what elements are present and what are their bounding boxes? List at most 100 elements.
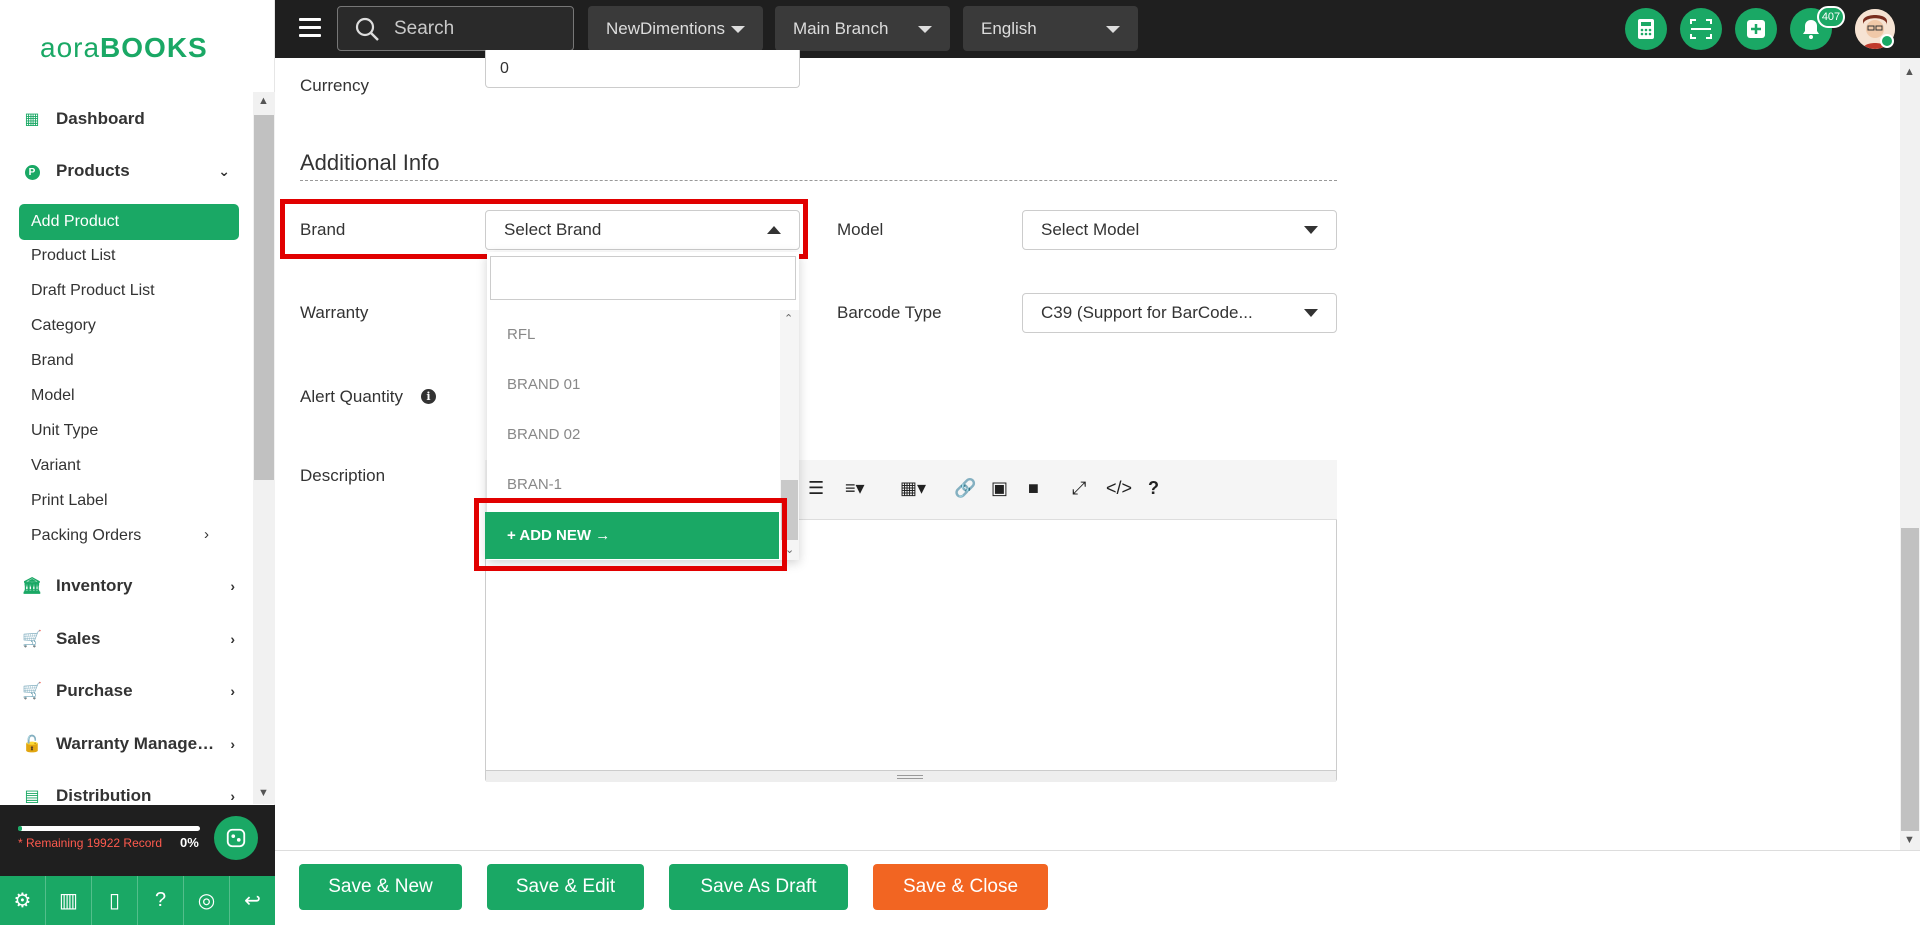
description-label: Description [300, 466, 386, 485]
chevron-right-icon: › [230, 683, 235, 699]
save-edit-button[interactable]: Save & Edit [487, 864, 644, 910]
branch-select[interactable]: Main Branch [775, 6, 950, 51]
sidebar-item-label: Distribution [56, 786, 152, 805]
scroll-down-icon[interactable]: ▼ [258, 787, 269, 799]
save-new-button[interactable]: Save & New [299, 864, 462, 910]
help-icon[interactable]: ? [138, 876, 184, 925]
add-new-icon[interactable] [1735, 8, 1777, 50]
info-icon[interactable]: i [421, 389, 436, 404]
caret-down-icon [918, 26, 932, 33]
scroll-up-icon[interactable]: ▲ [258, 95, 269, 107]
cart-icon: 🛒 [22, 683, 42, 700]
sidebar-item-label: Packing Orders [31, 527, 142, 544]
brain-icon [226, 828, 246, 848]
model-select-value: Select Model [1041, 220, 1140, 239]
alert-quantity-label: Alert Quantity [300, 387, 403, 406]
image-icon[interactable]: ▣ [991, 478, 1008, 499]
search-placeholder: Search [394, 17, 455, 39]
help-icon[interactable]: ? [1148, 478, 1159, 499]
brand-option[interactable]: RFL [507, 326, 535, 343]
chevron-right-icon: › [204, 526, 209, 543]
sidebar-subitem-model[interactable]: Model [31, 387, 75, 405]
align-icon[interactable]: ≡▾ [845, 478, 865, 499]
table-icon[interactable]: ▦▾ [900, 478, 926, 499]
video-icon[interactable]: ■ [1028, 478, 1039, 499]
brand-option[interactable]: BRAND 01 [507, 376, 580, 393]
search-icon [354, 16, 380, 42]
sidebar-item-purchase[interactable]: 🛒 Purchase › [20, 676, 235, 706]
chevron-right-icon: › [230, 736, 235, 752]
ordered-list-icon[interactable]: ☰ [808, 478, 824, 499]
sidebar-item-warranty[interactable]: 🔓 Warranty Manage… › [20, 729, 235, 759]
sidebar-item-sales[interactable]: 🛒 Sales › [20, 624, 235, 654]
add-new-highlight-box [474, 498, 787, 571]
model-label: Model [837, 220, 884, 239]
sidebar-subitem-product-list[interactable]: Product List [31, 247, 115, 265]
ai-assistant-button[interactable] [214, 816, 258, 860]
sidebar-item-label: Dashboard [56, 109, 145, 128]
scroll-up-icon[interactable]: ▲ [1904, 66, 1915, 78]
caret-down-icon [1106, 26, 1120, 33]
p-circle-icon: P [20, 162, 44, 180]
save-close-button[interactable]: Save & Close [873, 864, 1048, 910]
sidebar-item-dashboard[interactable]: ▦ Dashboard [20, 104, 235, 134]
sidebar-item-label: Products [56, 161, 130, 180]
sidebar-subitem-packing-orders[interactable]: Packing Orders › [31, 526, 241, 545]
language-select[interactable]: English [963, 6, 1138, 51]
sidebar-subitem-add-product[interactable]: Add Product [19, 204, 239, 240]
calculator-icon[interactable] [1625, 8, 1667, 50]
model-select[interactable]: Select Model [1022, 210, 1337, 250]
currency-value: 0 [500, 59, 509, 77]
sidebar-item-inventory[interactable]: 🏛 Inventory › [20, 571, 235, 601]
main-scrollbar-thumb[interactable] [1901, 528, 1919, 831]
currency-label: Currency [300, 76, 369, 95]
support-chat-icon[interactable]: ◎ [184, 876, 230, 925]
menu-toggle-icon[interactable] [299, 18, 321, 38]
warranty-label: Warranty [300, 303, 369, 322]
link-icon[interactable]: 🔗 [954, 478, 976, 499]
logo-text-part2: BOOKS [100, 32, 208, 63]
brand-dropdown-search[interactable] [490, 256, 796, 300]
logo-text-part1: aora [40, 32, 101, 63]
company-select[interactable]: NewDimentions [588, 6, 763, 51]
settings-icon[interactable]: ⚙ [0, 876, 46, 925]
currency-field[interactable]: 0 [485, 50, 800, 88]
sidebar-subitem-unit-type[interactable]: Unit Type [31, 422, 98, 440]
chevron-down-icon: ⌄ [218, 162, 230, 179]
app-logo[interactable]: aoraBOOKS [40, 32, 208, 64]
scroll-down-icon[interactable]: ▼ [1904, 834, 1915, 846]
sidebar-item-label: Warranty Manage… [56, 734, 215, 753]
sidebar-subitem-draft-product-list[interactable]: Draft Product List [31, 282, 155, 300]
fullscreen-icon[interactable]: ⤢ [1072, 478, 1086, 499]
save-as-draft-button[interactable]: Save As Draft [669, 864, 848, 910]
brand-option[interactable]: BRAND 02 [507, 426, 580, 443]
caret-down-icon [1304, 226, 1318, 234]
code-view-icon[interactable]: </> [1106, 478, 1132, 499]
barcode-scan-icon[interactable] [1680, 8, 1722, 50]
branch-select-value: Main Branch [793, 18, 889, 38]
barcode-type-select[interactable]: C39 (Support for BarCode... [1022, 293, 1337, 333]
sidebar-subitem-print-label[interactable]: Print Label [31, 492, 108, 510]
sidebar-item-label: Purchase [56, 681, 133, 700]
search-input[interactable]: Search [337, 6, 574, 51]
resize-grip-icon[interactable] [897, 775, 923, 779]
back-icon[interactable]: ↩ [230, 876, 275, 925]
barcode-type-label: Barcode Type [837, 303, 942, 322]
sidebar-subitem-brand[interactable]: Brand [31, 352, 74, 370]
scroll-up-icon[interactable]: ⌃ [784, 312, 793, 325]
language-select-value: English [981, 18, 1037, 38]
notification-count-badge: 407 [1817, 6, 1845, 28]
brand-option[interactable]: BRAN-1 [507, 476, 562, 493]
book-icon[interactable]: ▯ [92, 876, 138, 925]
sidebar-item-label: Sales [56, 629, 101, 648]
sidebar-subitem-variant[interactable]: Variant [31, 457, 81, 475]
grid-icon: ▦ [24, 111, 40, 128]
report-chart-icon[interactable]: ▥ [46, 876, 92, 925]
sidebar-subitem-category[interactable]: Category [31, 317, 96, 335]
section-divider [300, 180, 1337, 181]
sidebar-item-products[interactable]: P Products ⌄ [20, 156, 230, 186]
caret-down-icon [731, 26, 745, 33]
sidebar-scrollbar-thumb[interactable] [254, 115, 274, 480]
chevron-right-icon: › [230, 578, 235, 594]
online-status-dot [1880, 34, 1894, 48]
